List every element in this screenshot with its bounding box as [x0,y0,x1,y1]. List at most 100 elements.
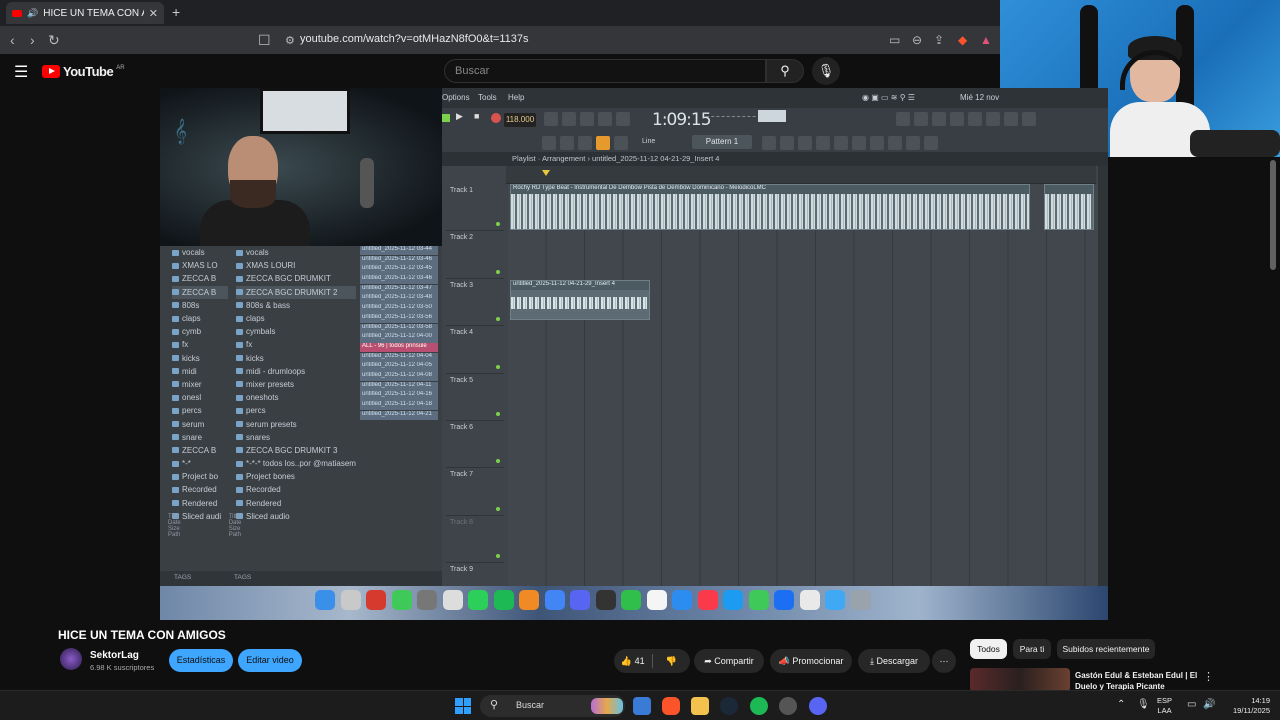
track-label[interactable]: Track 2 [446,231,504,279]
browser-tree-item[interactable]: XMAS LOURI [236,259,356,272]
browser-tree-item[interactable]: Project bo [172,470,228,483]
browser-tree-item[interactable]: Rendered [236,497,356,510]
track-label[interactable]: Track 4 [446,326,504,374]
promote-button[interactable]: 📣 Promocionar [770,649,852,673]
spotify-icon[interactable] [750,697,768,715]
file-item[interactable]: untitled_2025-11-12 04-11 [360,381,438,392]
page-scrollbar[interactable] [1270,160,1276,270]
browser-tree-item[interactable]: ZECCA B [172,272,228,285]
url-field[interactable]: youtube.com/watch?v=otMHazN8fO0&t=1137s [300,33,528,45]
browser-tab[interactable]: 🔊 HICE UN TEMA CON AMIGOS ✕ [6,2,164,24]
forward-icon[interactable]: › [30,32,35,48]
windows-start-icon[interactable] [455,698,471,714]
playlist-grid[interactable]: Rochy RD Type Beat - Instrumental De Dem… [508,184,1098,586]
browser-tree-item[interactable]: oneshots [236,391,356,404]
recommended-thumbnail[interactable] [970,668,1070,692]
menu-options[interactable]: Options [442,93,470,102]
browser-tree-item[interactable]: ZECCA B [172,285,228,299]
tray-overflow-icon[interactable]: ⌃ [1117,699,1125,710]
input-language[interactable]: ESP LAA [1157,696,1172,716]
mic-tray-icon[interactable]: 🎙 [1137,699,1150,710]
track-label[interactable]: Track 6 [446,421,504,469]
browser-tree-item[interactable]: snare [172,431,228,444]
steam-icon[interactable] [720,697,738,715]
browser-tree-item[interactable]: ZECCA BGC DRUMKIT [236,272,356,285]
video-player[interactable]: 𝄞 vocals XMAS LO ZECCA B ZECCA B 808s claps cy… [160,88,1108,620]
browser-tree-item[interactable]: claps [172,312,228,325]
browser-tree-item[interactable]: 808s & bass [236,299,356,312]
browser-tree-item[interactable]: serum [172,417,228,430]
stop-icon[interactable]: ■ [474,111,479,121]
track-mute-led[interactable] [496,222,500,227]
audio-clip[interactable] [1044,184,1094,230]
browser-tree-item[interactable]: Rendered [172,497,228,510]
chip-recently-uploaded[interactable]: Subidos recientemente [1057,639,1155,659]
audio-clip[interactable]: Rochy RD Type Beat - Instrumental De Dem… [510,184,1030,230]
dock-app-icon[interactable] [493,590,514,610]
dock-app-icon[interactable] [417,590,437,610]
file-item[interactable]: ALL - 96 | todos prinsule [360,342,438,353]
dock-app-icon[interactable] [621,590,641,610]
browser-tree-item[interactable]: percs [236,404,356,417]
track-mute-led[interactable] [496,506,500,511]
tags-label[interactable]: TAGS [174,574,191,581]
dock-app-icon[interactable] [315,590,335,610]
browser-tree-item[interactable]: 808s [172,299,228,312]
track-mute-led[interactable] [496,317,500,322]
browser-tree-item[interactable]: vocals [236,246,356,259]
browser-tree-item[interactable]: fx [172,338,228,351]
dock-app-icon[interactable] [799,590,820,610]
dislike-button[interactable]: 👎 [653,656,691,667]
brave-rewards-icon[interactable]: ▲ [980,33,992,47]
file-item[interactable]: untitled_2025-11-12 03-44 [360,246,438,256]
file-item[interactable]: untitled_2025-11-12 03-48 [360,294,438,304]
cast-icon[interactable]: ▭ [889,33,900,47]
dock-app-icon[interactable] [697,590,718,610]
browser-tree-item[interactable]: Recorded [236,483,356,496]
audio-clip[interactable]: untitled_2025-11-12 04-21-29_Insert 4 [510,280,650,320]
volume-icon[interactable]: 🔊 [1203,699,1215,710]
channel-avatar[interactable] [60,648,82,670]
file-item[interactable]: untitled_2025-11-12 03-46 [360,275,438,285]
track-label[interactable]: Track 1 [446,184,504,232]
track-label[interactable]: Track 8 [446,516,504,564]
youtube-logo[interactable]: YouTube AR [42,64,125,79]
track-label[interactable]: Track 5 [446,374,504,421]
dock-app-icon[interactable] [646,590,667,610]
play-icon[interactable]: ▶ [456,111,463,122]
zoom-icon[interactable]: ⊖ [912,33,922,47]
browser-tree-item[interactable]: *-* [172,457,228,470]
playlist-scrollbar[interactable] [1098,166,1108,586]
edit-video-button[interactable]: Editar video [238,649,302,672]
more-actions-button[interactable]: ⋯ [932,649,956,673]
share-icon[interactable]: ⇪ [934,33,944,47]
track-mute-led[interactable] [496,459,500,464]
browser-tree-item[interactable]: claps [236,312,356,325]
browser-tree-item[interactable]: midi [172,365,228,378]
site-info-icon[interactable]: ⚙ [285,34,295,47]
browser-tree-item[interactable]: onesl [172,391,228,404]
track-label[interactable]: Track 3 [446,279,504,327]
file-item[interactable]: untitled_2025-11-12 03-50 [360,304,438,314]
file-item[interactable]: untitled_2025-11-12 04-05 [360,362,438,372]
tags-label[interactable]: TAGS [234,574,251,581]
file-item[interactable]: untitled_2025-11-12 04-04 [360,352,438,362]
browser-tree-item[interactable]: ZECCA BGC DRUMKIT 3 [236,444,356,457]
close-tab-icon[interactable]: ✕ [149,7,158,20]
file-item[interactable]: untitled_2025-11-12 03-45 [360,265,438,275]
file-item[interactable]: untitled_2025-11-12 04-18 [360,401,438,411]
voice-search-button[interactable]: 🎙 [812,57,840,85]
new-tab-button[interactable]: + [172,4,180,20]
browser-tree-item[interactable]: percs [172,404,228,417]
file-item[interactable]: untitled_2025-11-12 04-16 [360,391,438,401]
browser-tree-item[interactable]: midi - drumloops [236,365,356,378]
browser-tree-item[interactable]: Recorded [172,483,228,496]
dock-app-icon[interactable] [774,590,794,610]
file-item[interactable]: untitled_2025-11-12 04-08 [360,371,438,382]
track-mute-led[interactable] [496,364,500,369]
dock-app-icon[interactable] [468,590,488,610]
dock-app-icon[interactable] [825,590,845,610]
dock-app-icon[interactable] [850,590,871,610]
clock[interactable]: 14:19 19/11/2025 [1226,696,1270,716]
file-explorer-icon[interactable] [691,697,709,715]
